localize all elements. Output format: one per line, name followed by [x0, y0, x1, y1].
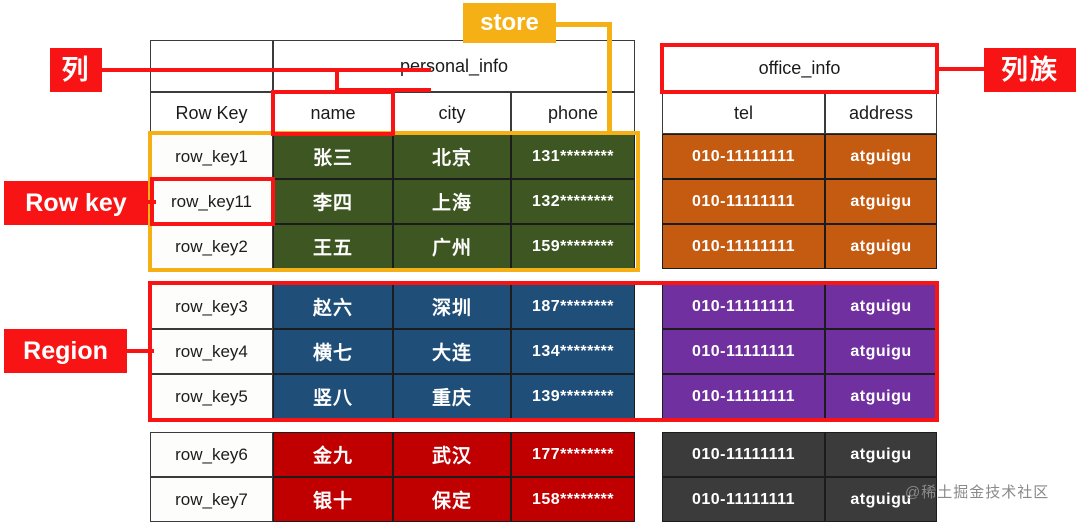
table-row: 010-11111111 [662, 432, 825, 477]
store-connector-horizontal [556, 22, 612, 27]
table-row: 武汉 [393, 432, 511, 477]
table-row: atguigu [825, 432, 937, 477]
column-label: 列 [50, 48, 102, 92]
column-family-highlight-box [660, 43, 939, 94]
header-tel: tel [662, 92, 825, 134]
region-label: Region [4, 329, 127, 373]
column-family-connector [938, 67, 986, 71]
column-family-label: 列族 [984, 48, 1076, 92]
table-row: 010-11111111 [662, 477, 825, 522]
row-key-highlight-box [150, 177, 275, 226]
table-row: row_key6 [150, 432, 273, 477]
table-row: atguigu [825, 179, 937, 224]
table-row: 010-11111111 [662, 224, 825, 269]
table-row: 银十 [273, 477, 393, 522]
hbase-structure-diagram: personal_info Row Key name city phone ro… [0, 0, 1080, 523]
table-row: 010-11111111 [662, 179, 825, 224]
row-key-label: Row key [4, 181, 148, 225]
header-phone: phone [511, 92, 635, 134]
personal-corner-cell [150, 40, 273, 92]
table-row: 金九 [273, 432, 393, 477]
table-row: atguigu [825, 134, 937, 179]
watermark: @稀土掘金技术社区 [905, 484, 1050, 501]
column-highlight-box [271, 90, 395, 136]
table-row: row_key7 [150, 477, 273, 522]
table-row: 177******** [511, 432, 635, 477]
header-city: city [393, 92, 511, 134]
region-highlight-box [148, 281, 939, 422]
personal-family-header: personal_info [273, 40, 635, 92]
column-connector-horizontal [101, 68, 431, 72]
header-row-key: Row Key [150, 92, 273, 134]
store-connector-vertical [607, 22, 612, 134]
header-address: address [825, 92, 937, 134]
table-row: 010-11111111 [662, 134, 825, 179]
store-label: store [463, 3, 556, 43]
table-row: atguigu [825, 224, 937, 269]
table-row: 158******** [511, 477, 635, 522]
table-row: 保定 [393, 477, 511, 522]
